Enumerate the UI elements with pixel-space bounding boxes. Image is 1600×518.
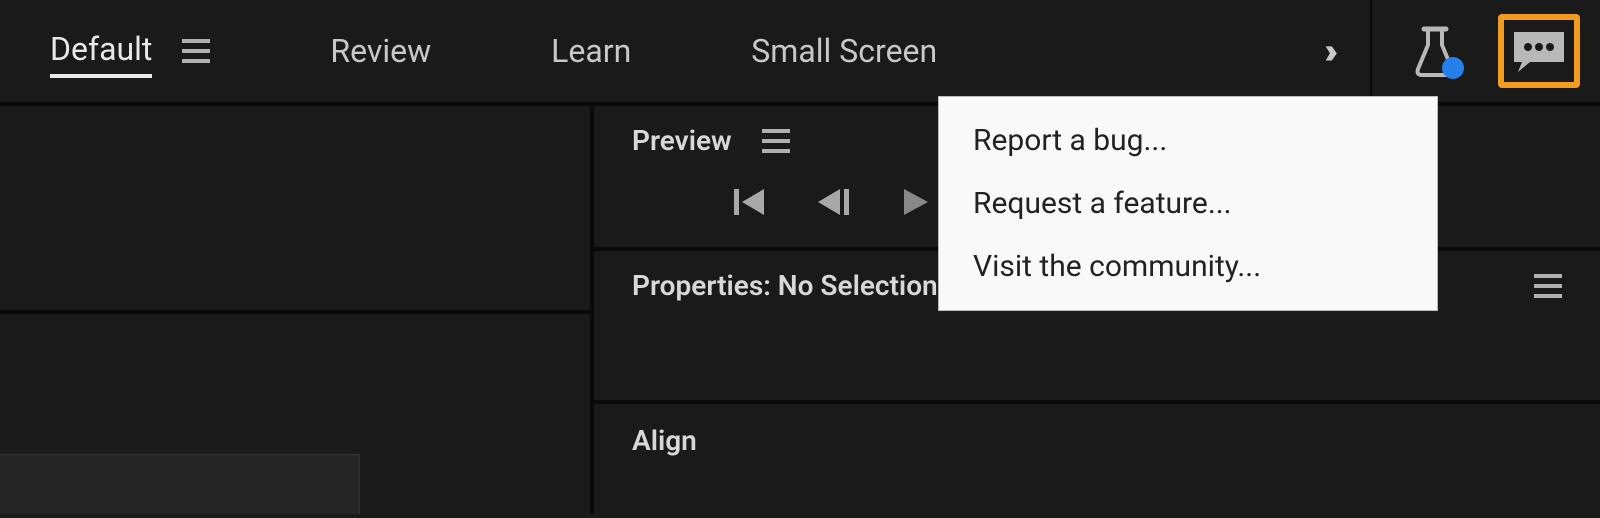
align-panel-title: Align xyxy=(632,424,697,457)
workspace-tab-review[interactable]: Review xyxy=(330,26,431,76)
speech-bubble-icon xyxy=(1510,28,1568,74)
beaker-button[interactable] xyxy=(1412,25,1458,77)
feedback-button[interactable] xyxy=(1498,14,1580,88)
workspace-tabs: Default Review Learn Small Screen xyxy=(50,24,937,78)
feedback-dropdown: Report a bug... Request a feature... Vis… xyxy=(938,96,1438,311)
step-back-icon xyxy=(818,187,852,217)
workspace-tab-small-screen[interactable]: Small Screen xyxy=(751,26,937,76)
workspace-default-menu-icon[interactable] xyxy=(182,39,210,63)
menu-item-visit-community[interactable]: Visit the community... xyxy=(939,235,1437,298)
play-button[interactable] xyxy=(902,187,930,217)
menu-item-report-bug[interactable]: Report a bug... xyxy=(939,109,1437,172)
left-panel-top xyxy=(0,106,590,314)
menu-item-request-feature[interactable]: Request a feature... xyxy=(939,172,1437,235)
preview-panel-title: Preview xyxy=(632,124,732,157)
workspace-switcher-bar: Default Review Learn Small Screen ›› xyxy=(0,0,1600,106)
notification-badge xyxy=(1442,57,1464,79)
left-panel-bottom xyxy=(0,314,590,514)
step-back-button[interactable] xyxy=(818,187,852,217)
preview-panel-menu-icon[interactable] xyxy=(762,129,790,153)
workspace-tab-learn[interactable]: Learn xyxy=(551,26,631,76)
go-to-start-button[interactable] xyxy=(734,187,768,217)
left-subpanel xyxy=(0,454,360,514)
properties-panel-title: Properties: No Selection xyxy=(632,269,938,302)
align-panel: Align xyxy=(594,404,1600,477)
divider xyxy=(1370,0,1372,102)
properties-panel-menu-icon[interactable] xyxy=(1534,274,1562,298)
play-icon xyxy=(902,187,930,217)
skip-back-icon xyxy=(734,187,768,217)
left-panel xyxy=(0,106,590,514)
overflow-chevron-icon[interactable]: ›› xyxy=(1324,30,1330,72)
workspace-tab-default[interactable]: Default xyxy=(50,24,152,78)
